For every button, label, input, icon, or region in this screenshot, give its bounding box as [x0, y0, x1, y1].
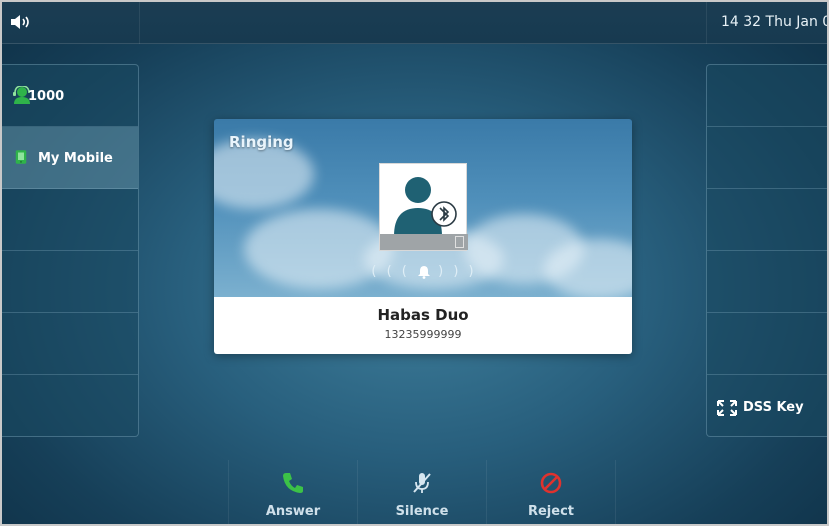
contact-card-icon [455, 236, 464, 248]
incoming-call-popup: Ringing ( ( ( ) ) ) Habas Duo 1323599999… [214, 119, 632, 354]
answer-label: Answer [265, 504, 321, 519]
line-key-label: My Mobile [38, 151, 113, 166]
dss-key-button[interactable]: DSS Key [707, 375, 829, 436]
caller-name: Habas Duo [377, 306, 469, 324]
answer-button[interactable]: Answer [228, 460, 356, 526]
silence-label: Silence [395, 504, 449, 519]
expand-arrows-icon [717, 400, 737, 416]
softkey-empty[interactable] [0, 460, 128, 526]
reject-button[interactable]: Reject [486, 460, 614, 526]
caller-number: 13235999999 [384, 328, 462, 341]
softkey-bar: Answer Silence Reject [0, 460, 829, 526]
dss-key-empty[interactable] [707, 127, 829, 189]
line-key-label: 1000 [28, 89, 65, 104]
dss-key-empty[interactable] [707, 251, 829, 313]
line-key-empty[interactable] [0, 251, 138, 313]
dss-keys-panel: DSS Key [706, 64, 829, 437]
mic-mute-icon [413, 473, 431, 493]
phone-answer-icon [283, 473, 303, 493]
line-key-empty[interactable] [0, 189, 138, 251]
ring-indicator: ( ( ( ) ) ) [371, 264, 477, 279]
reject-label: Reject [527, 504, 575, 519]
line-key-empty[interactable] [0, 375, 138, 436]
status-bar-divider [706, 0, 707, 44]
bell-icon [418, 265, 430, 279]
avatar-footer [380, 234, 468, 250]
dss-key-empty[interactable] [707, 189, 829, 251]
line-keys-panel: 1000 My Mobile [0, 64, 139, 437]
line-key-empty[interactable] [0, 313, 138, 375]
caller-info: Habas Duo 13235999999 [214, 297, 632, 354]
cloud-shape [544, 239, 632, 299]
status-bar-divider [139, 0, 140, 44]
dss-key-empty[interactable] [707, 65, 829, 127]
caller-avatar [379, 163, 468, 251]
line-key-my-mobile[interactable]: My Mobile [0, 127, 138, 189]
status-datetime: 14 32 Thu Jan 07 [721, 14, 829, 30]
dss-key-label: DSS Key [743, 400, 804, 415]
status-bar: 14 32 Thu Jan 07 [0, 0, 829, 44]
call-background: Ringing ( ( ( ) ) ) [214, 119, 632, 299]
softkey-empty[interactable] [615, 460, 743, 526]
speaker-volume-icon[interactable] [10, 14, 34, 30]
contact-bluetooth-icon [394, 177, 457, 236]
mobile-phone-icon [15, 150, 27, 164]
silence-button[interactable]: Silence [357, 460, 485, 526]
dss-key-empty[interactable] [707, 313, 829, 375]
line-key-1000[interactable]: 1000 [0, 65, 138, 127]
call-status-label: Ringing [229, 133, 294, 151]
reject-icon [540, 472, 562, 494]
